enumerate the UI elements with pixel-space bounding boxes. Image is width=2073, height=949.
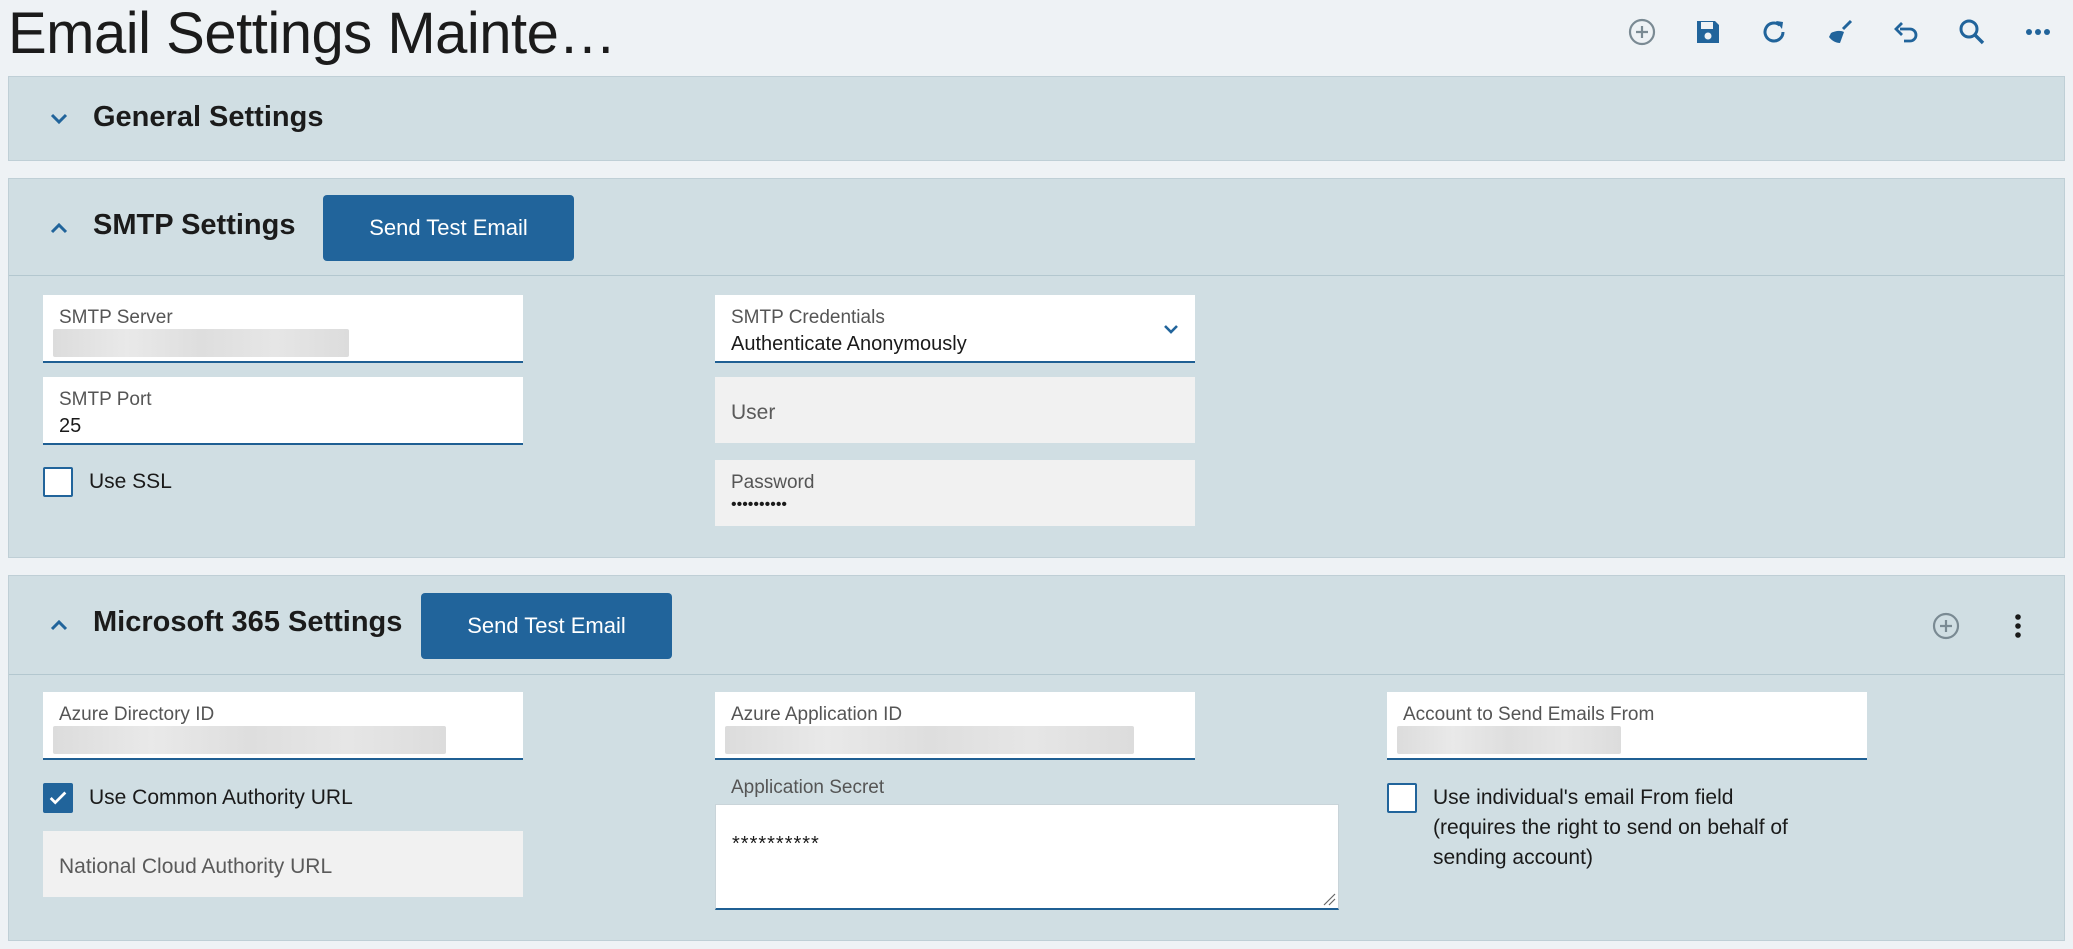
field-value: •••••••••• (731, 496, 788, 513)
vertical-dots-icon (2015, 614, 2021, 638)
smtp-user-field[interactable]: User (715, 377, 1195, 443)
search-icon (1959, 19, 1985, 45)
label-line: (requires the right to send on behalf of (1433, 816, 1788, 839)
resize-grip-icon[interactable] (1322, 892, 1336, 906)
use-individual-from-checkbox[interactable] (1387, 783, 1417, 813)
smtp-password-field[interactable]: Password •••••••••• (715, 460, 1195, 526)
use-common-authority-label: Use Common Authority URL (89, 786, 353, 809)
field-value: ********** (732, 833, 820, 855)
search-button[interactable] (1950, 12, 1994, 52)
field-label: SMTP Server (59, 307, 173, 328)
chevron-down-icon (1164, 325, 1178, 334)
m365-add-button[interactable] (1926, 606, 1966, 646)
more-icon (2026, 29, 2050, 35)
use-ssl-checkbox[interactable] (43, 467, 73, 497)
chevron-down-icon (50, 113, 68, 125)
field-label: Account to Send Emails From (1403, 704, 1655, 725)
application-secret-label: Application Secret (731, 777, 885, 798)
field-label: Azure Application ID (731, 704, 903, 725)
smtp-server-field[interactable]: SMTP Server (43, 295, 523, 363)
redacted-value (725, 726, 1134, 754)
m365-send-test-email-button[interactable]: Send Test Email (421, 593, 672, 659)
save-button[interactable] (1686, 12, 1730, 52)
account-send-from-field[interactable]: Account to Send Emails From (1387, 692, 1867, 760)
m365-more-button[interactable] (1998, 606, 2038, 646)
general-settings-title: General Settings (93, 101, 324, 133)
page-title: Email Settings Mainte… (8, 1, 616, 66)
refresh-icon (1763, 21, 1785, 43)
redacted-value (53, 726, 446, 754)
smtp-settings-panel: SMTP Settings Send Test Email SMTP Serve… (8, 178, 2065, 558)
general-settings-panel: General Settings (8, 76, 2065, 161)
field-label: Azure Directory ID (59, 704, 215, 725)
undo-icon (1894, 22, 1918, 43)
add-icon (1932, 612, 1960, 640)
add-button[interactable] (1620, 12, 1664, 52)
use-individual-from-label: Use individual's email From field (requi… (1433, 783, 1788, 873)
field-label: Password (731, 472, 815, 493)
broom-icon (1829, 19, 1853, 43)
collapse-m365-button[interactable] (39, 605, 79, 645)
save-icon (1697, 21, 1719, 43)
field-placeholder: National Cloud Authority URL (59, 855, 333, 878)
use-ssl-label: Use SSL (89, 470, 172, 493)
use-ssl-checkbox-row: Use SSL (43, 467, 172, 499)
panel-divider (9, 275, 2064, 276)
smtp-credentials-select[interactable]: SMTP Credentials Authenticate Anonymousl… (715, 295, 1195, 363)
smtp-settings-title: SMTP Settings (93, 209, 296, 241)
redacted-value (1397, 726, 1621, 754)
undo-button[interactable] (1884, 12, 1928, 52)
field-placeholder: User (731, 401, 776, 424)
field-label: SMTP Credentials (731, 307, 885, 328)
m365-settings-title: Microsoft 365 Settings (93, 606, 403, 638)
field-value: Authenticate Anonymously (731, 333, 967, 355)
expand-general-button[interactable] (39, 99, 79, 139)
label-line: Use individual's email From field (1433, 786, 1734, 809)
azure-directory-id-field[interactable]: Azure Directory ID (43, 692, 523, 760)
redacted-value (53, 329, 349, 357)
use-common-authority-checkbox[interactable] (43, 783, 73, 813)
collapse-smtp-button[interactable] (39, 208, 79, 248)
add-icon (1628, 18, 1656, 46)
azure-application-id-field[interactable]: Azure Application ID (715, 692, 1195, 760)
field-label: SMTP Port (59, 389, 152, 410)
checkmark-icon (49, 791, 67, 805)
top-bar: Email Settings Mainte… (0, 0, 2073, 74)
use-common-authority-row: Use Common Authority URL (43, 783, 353, 815)
application-secret-textarea[interactable]: ********** (715, 804, 1339, 910)
panel-divider (9, 674, 2064, 675)
field-value: 25 (59, 415, 82, 437)
national-cloud-url-field[interactable]: National Cloud Authority URL (43, 831, 523, 897)
chevron-up-icon (50, 222, 68, 234)
m365-settings-panel: Microsoft 365 Settings Send Test Email A… (8, 575, 2065, 941)
refresh-button[interactable] (1752, 12, 1796, 52)
use-individual-from-row: Use individual's email From field (requi… (1387, 783, 1788, 879)
chevron-up-icon (50, 619, 68, 631)
label-line: sending account) (1433, 846, 1593, 869)
smtp-send-test-email-button[interactable]: Send Test Email (323, 195, 574, 261)
more-button[interactable] (2016, 12, 2060, 52)
clear-button[interactable] (1818, 12, 1862, 52)
smtp-port-field[interactable]: SMTP Port 25 (43, 377, 523, 445)
